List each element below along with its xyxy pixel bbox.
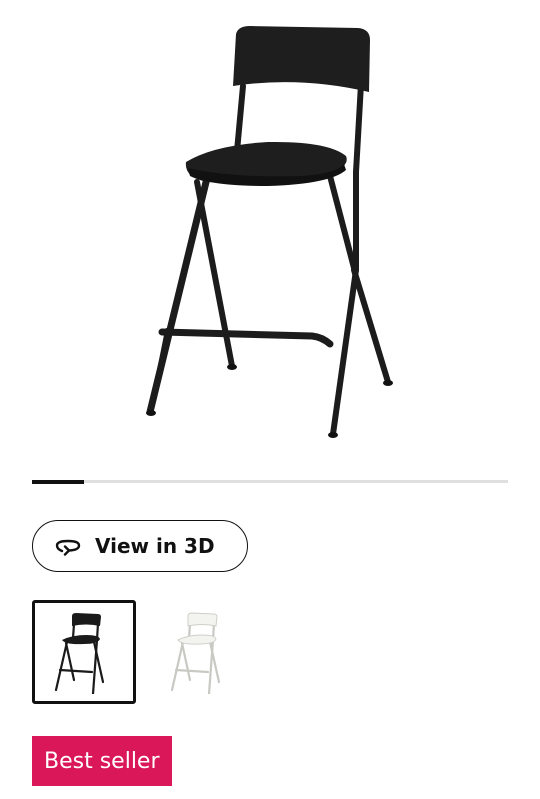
variant-black-stool[interactable] — [32, 600, 136, 704]
product-main-image[interactable] — [0, 0, 540, 460]
carousel-progress-indicator[interactable] — [32, 479, 85, 484]
black-bar-stool-thumbnail — [54, 613, 105, 694]
best-seller-label: Best seller — [44, 748, 160, 774]
white-bar-stool-thumbnail — [170, 612, 221, 694]
rotate-3d-icon — [55, 536, 81, 556]
black-bar-stool-image — [146, 26, 393, 438]
variant-white-stool[interactable] — [148, 600, 252, 704]
view-in-3d-button[interactable]: View in 3D — [32, 520, 248, 572]
view-in-3d-label: View in 3D — [95, 534, 215, 558]
best-seller-badge: Best seller — [32, 736, 172, 786]
image-carousel-scrollbar[interactable] — [32, 479, 508, 484]
